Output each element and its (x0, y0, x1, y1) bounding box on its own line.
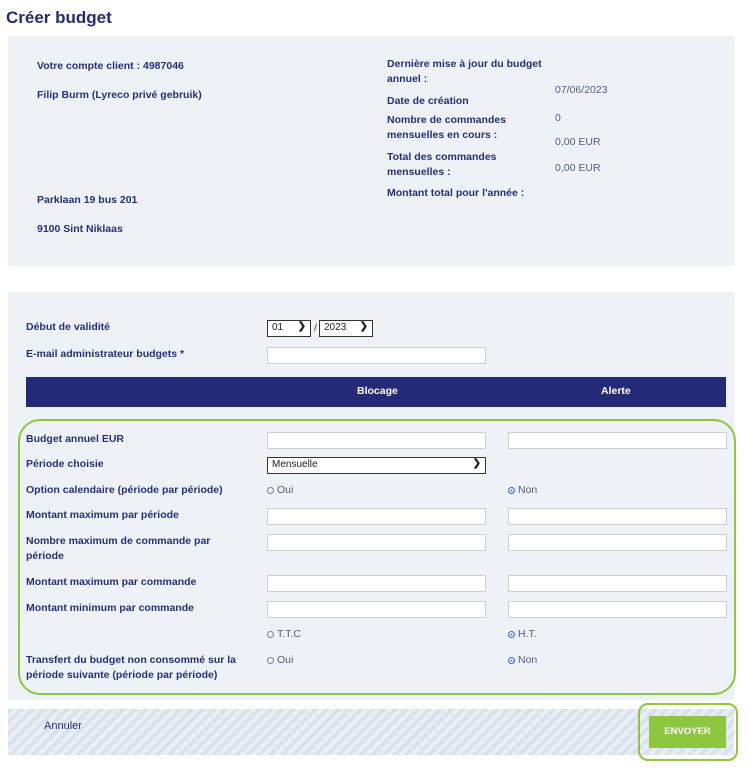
form-footer (8, 709, 734, 755)
chevron-down-icon: ❯ (472, 458, 481, 469)
radio-checked-icon (508, 630, 515, 638)
max-per-order-label: Montant maximum par commande (26, 576, 197, 588)
max-orders-blocking-input[interactable] (267, 534, 486, 551)
max-orders-label: Nombre maximum de commande par période (26, 535, 211, 562)
cancel-link[interactable]: Annuler (44, 720, 82, 732)
orders-count-value: 0 (555, 112, 561, 124)
chevron-down-icon: ❯ (359, 321, 368, 332)
client-name: Filip Burm (Lyreco privé gebruik) (37, 89, 202, 101)
tax-ttc-radio[interactable]: T.T.C (267, 628, 301, 640)
min-per-order-label: Montant minimum par commande (26, 602, 195, 614)
min-per-order-blocking-input[interactable] (267, 601, 486, 618)
max-per-order-blocking-input[interactable] (267, 575, 486, 592)
creation-date-label: Date de création (387, 95, 469, 107)
radio-label: T.T.C (277, 628, 301, 640)
max-orders-alert-input[interactable] (508, 534, 727, 551)
period-label: Période choisie (26, 458, 104, 470)
monthly-total-value: 0,00 EUR (555, 136, 601, 148)
year-value: 2023 (324, 322, 347, 333)
period-select[interactable]: Mensuelle ❯ (267, 457, 486, 474)
radio-checked-icon (508, 486, 515, 494)
page-title: Créer budget (6, 8, 112, 27)
validity-month-select[interactable]: 01 ❯ (267, 320, 311, 337)
chevron-down-icon: ❯ (297, 321, 306, 332)
max-per-order-alert-input[interactable] (508, 575, 727, 592)
annual-budget-alert-input[interactable] (508, 432, 727, 449)
radio-label: Oui (277, 654, 294, 666)
orders-count-label: Nombre de commandes mensuelles en cours … (387, 114, 507, 141)
admin-email-label: E-mail administrateur budgets * (26, 348, 185, 360)
radio-unchecked-icon (267, 630, 274, 638)
radio-label: Oui (277, 484, 294, 496)
monthly-total-label: Total des commandes mensuelles : (387, 151, 497, 178)
max-per-period-label: Montant maximum par période (26, 509, 179, 521)
column-blocking: Blocage (357, 385, 398, 397)
column-alert: Alerte (601, 385, 631, 397)
radio-checked-icon (508, 656, 515, 664)
radio-unchecked-icon (267, 486, 274, 494)
validity-label: Début de validité (26, 321, 111, 333)
radio-label: Non (518, 484, 538, 496)
date-separator: / (314, 322, 317, 334)
max-per-period-blocking-input[interactable] (267, 508, 486, 525)
validity-year-select[interactable]: 2023 ❯ (319, 320, 373, 337)
column-header-bar: Blocage Alerte (26, 377, 726, 407)
annual-budget-label: Budget annuel EUR (26, 433, 125, 445)
year-total-label: Montant total pour l'année : (387, 187, 525, 199)
year-total-value: 0,00 EUR (555, 162, 601, 174)
last-update-value: 07/06/2023 (555, 84, 608, 96)
address-street: Parklaan 19 bus 201 (37, 194, 138, 206)
max-per-period-alert-input[interactable] (508, 508, 727, 525)
radio-label: Non (518, 654, 538, 666)
transfer-label: Transfert du budget non consommé sur la … (26, 654, 237, 681)
send-button[interactable]: ENVOYER (649, 716, 726, 748)
radio-label: H.T. (518, 628, 537, 640)
min-per-order-alert-input[interactable] (508, 601, 727, 618)
radio-unchecked-icon (267, 656, 274, 664)
last-update-label: Dernière mise à jour du budget annuel : (387, 58, 542, 85)
transfer-oui-radio[interactable]: Oui (267, 654, 293, 666)
admin-email-input[interactable] (267, 347, 486, 364)
tax-ht-radio[interactable]: H.T. (508, 628, 537, 640)
month-value: 01 (272, 322, 284, 333)
calendar-option-non[interactable]: Non (508, 484, 537, 496)
calendar-option-label: Option calendaire (période par période) (26, 484, 223, 496)
calendar-option-oui[interactable]: Oui (267, 484, 293, 496)
annual-budget-blocking-input[interactable] (267, 432, 486, 449)
transfer-non-radio[interactable]: Non (508, 654, 537, 666)
address-city: 9100 Sint Niklaas (37, 223, 123, 235)
period-value: Mensuelle (272, 459, 318, 470)
client-number: Votre compte client : 4987046 (37, 60, 184, 72)
